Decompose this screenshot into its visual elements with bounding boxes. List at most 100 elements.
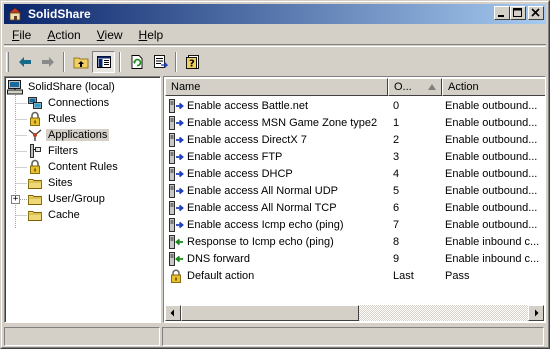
list-pane[interactable]: Name O... Action Enable access Battle.ne…: [163, 76, 546, 323]
cell-action: Enable outbound...: [445, 184, 538, 197]
outbound-rule-icon: [168, 149, 184, 164]
refresh-button[interactable]: [125, 51, 148, 73]
tree-item-label: Connections: [48, 97, 110, 109]
cell-action: Enable outbound...: [445, 116, 538, 129]
tree-item-sites[interactable]: Sites: [27, 175, 74, 191]
show-hide-tree-button[interactable]: [92, 50, 115, 73]
show-tree-icon: [96, 55, 111, 68]
cell-action: Enable outbound...: [445, 201, 538, 214]
arrow-left-icon: [170, 309, 174, 317]
lock-icon: [168, 269, 184, 283]
menu-file-label: ile: [19, 28, 32, 42]
outbound-rule-icon: [168, 115, 184, 130]
cell-name: Enable access Icmp echo (ping): [165, 217, 388, 232]
list-row[interactable]: Enable access MSN Game Zone type2 1 Enable…: [165, 114, 545, 131]
scroll-track[interactable]: [181, 305, 528, 321]
inbound-rule-icon: [168, 251, 184, 266]
cell-order: 5: [393, 184, 400, 197]
menu-help[interactable]: Help: [131, 28, 172, 42]
export-list-icon: [153, 54, 168, 68]
horizontal-scrollbar[interactable]: [165, 305, 544, 321]
help-button[interactable]: ?: [181, 51, 204, 73]
lock-icon: [27, 111, 43, 127]
list-row[interactable]: Enable access All Normal TCP 6 Enable outb…: [165, 199, 545, 216]
list-row[interactable]: Response to Icmp echo (ping) 8 Enable inbo…: [165, 233, 545, 250]
folder-icon: [27, 207, 43, 223]
tree-item-filters[interactable]: Filters: [27, 143, 80, 159]
cell-action: Enable outbound...: [445, 133, 538, 146]
list-row[interactable]: Enable access FTP 3 Enable outbound...: [165, 148, 545, 165]
column-action-label: Action: [448, 81, 479, 93]
list-row[interactable]: Enable access All Normal UDP 5 Enable outb…: [165, 182, 545, 199]
menu-separator: [4, 46, 546, 47]
help-icon: ?: [185, 54, 199, 69]
list-row[interactable]: Enable access DirectX 7 2 Enable outbound.…: [165, 131, 545, 148]
menu-view[interactable]: View: [89, 28, 131, 42]
scroll-right-button[interactable]: [528, 305, 544, 321]
outbound-rule-icon: [168, 217, 184, 232]
tree-item-label: Filters: [48, 145, 78, 157]
menu-bar: File Action View Help: [4, 26, 546, 45]
row-name: Enable access All Normal TCP: [187, 201, 337, 214]
title-bar[interactable]: SolidShare: [4, 4, 546, 24]
scroll-left-button[interactable]: [165, 305, 181, 321]
minimize-button[interactable]: [494, 6, 510, 20]
folder-icon: [27, 191, 43, 207]
close-button[interactable]: [528, 6, 544, 20]
toolbar: ?: [4, 48, 546, 75]
toolbar-grip[interactable]: [6, 51, 9, 72]
status-bar: [4, 327, 546, 346]
menu-help-accel: H: [138, 28, 148, 42]
tree-pane[interactable]: SolidShare (local) Connections Rules App…: [4, 76, 161, 323]
sort-ascending-icon: [428, 84, 436, 90]
menu-view-accel: V: [96, 28, 105, 42]
menu-action-label: ction: [55, 28, 81, 42]
outbound-rule-icon: [168, 98, 184, 113]
scroll-thumb[interactable]: [181, 305, 359, 321]
folder-icon: [27, 175, 43, 191]
column-header-action[interactable]: Action: [442, 78, 545, 96]
cell-name: Enable access DirectX 7: [165, 132, 388, 147]
cell-order: 3: [393, 150, 400, 163]
up-one-level-button[interactable]: [69, 51, 92, 73]
cell-action: Pass: [445, 269, 470, 282]
toolbar-separator: [175, 51, 177, 72]
cell-name: Default action: [165, 269, 388, 283]
cell-order: 0: [393, 99, 400, 112]
tree-item-content-rules[interactable]: Content Rules: [27, 159, 120, 175]
row-name: Enable access MSN Game Zone type2: [187, 116, 378, 129]
tree-item-cache[interactable]: Cache: [27, 207, 82, 223]
back-button[interactable]: [13, 51, 36, 73]
column-header-name[interactable]: Name: [165, 78, 388, 96]
list-row[interactable]: Enable access DHCP 4 Enable outbound...: [165, 165, 545, 182]
status-panel-right: [162, 327, 544, 346]
column-header-order[interactable]: O...: [388, 78, 442, 96]
tree-item-applications[interactable]: Applications: [27, 127, 110, 143]
export-list-button[interactable]: [148, 51, 171, 73]
cell-name: Enable access All Normal UDP: [165, 183, 388, 198]
list-row[interactable]: Enable access Battle.net 0 Enable outbound…: [165, 97, 545, 114]
forward-button[interactable]: [36, 51, 59, 73]
menu-file[interactable]: File: [4, 28, 39, 42]
cell-name: Response to Icmp echo (ping): [165, 234, 388, 249]
cell-order: 8: [393, 235, 400, 248]
menu-action[interactable]: Action: [39, 28, 88, 42]
tree-item-user-group[interactable]: + User/Group: [11, 191, 107, 207]
filter-icon: [27, 143, 43, 159]
row-name: Response to Icmp echo (ping): [187, 235, 334, 248]
row-name: Enable access Icmp echo (ping): [187, 218, 344, 231]
list-row[interactable]: Enable access Icmp echo (ping) 7 Enable ou…: [165, 216, 545, 233]
maximize-button[interactable]: [510, 6, 526, 20]
list-rows: Enable access Battle.net 0 Enable outbound…: [165, 97, 545, 284]
toolbar-separator: [63, 51, 65, 72]
tree-item-rules[interactable]: Rules: [27, 111, 78, 127]
tree-item-connections[interactable]: Connections: [27, 95, 111, 111]
expand-button[interactable]: +: [11, 194, 20, 204]
row-name: Enable access DirectX 7: [187, 133, 307, 146]
lock-icon: [27, 159, 43, 175]
tree-root-label: SolidShare (local): [28, 81, 115, 93]
list-row[interactable]: Default action Last Pass: [165, 267, 545, 284]
outbound-rule-icon: [168, 166, 184, 181]
row-name: Enable access DHCP: [187, 167, 293, 180]
list-row[interactable]: DNS forward 9 Enable inbound c...: [165, 250, 545, 267]
